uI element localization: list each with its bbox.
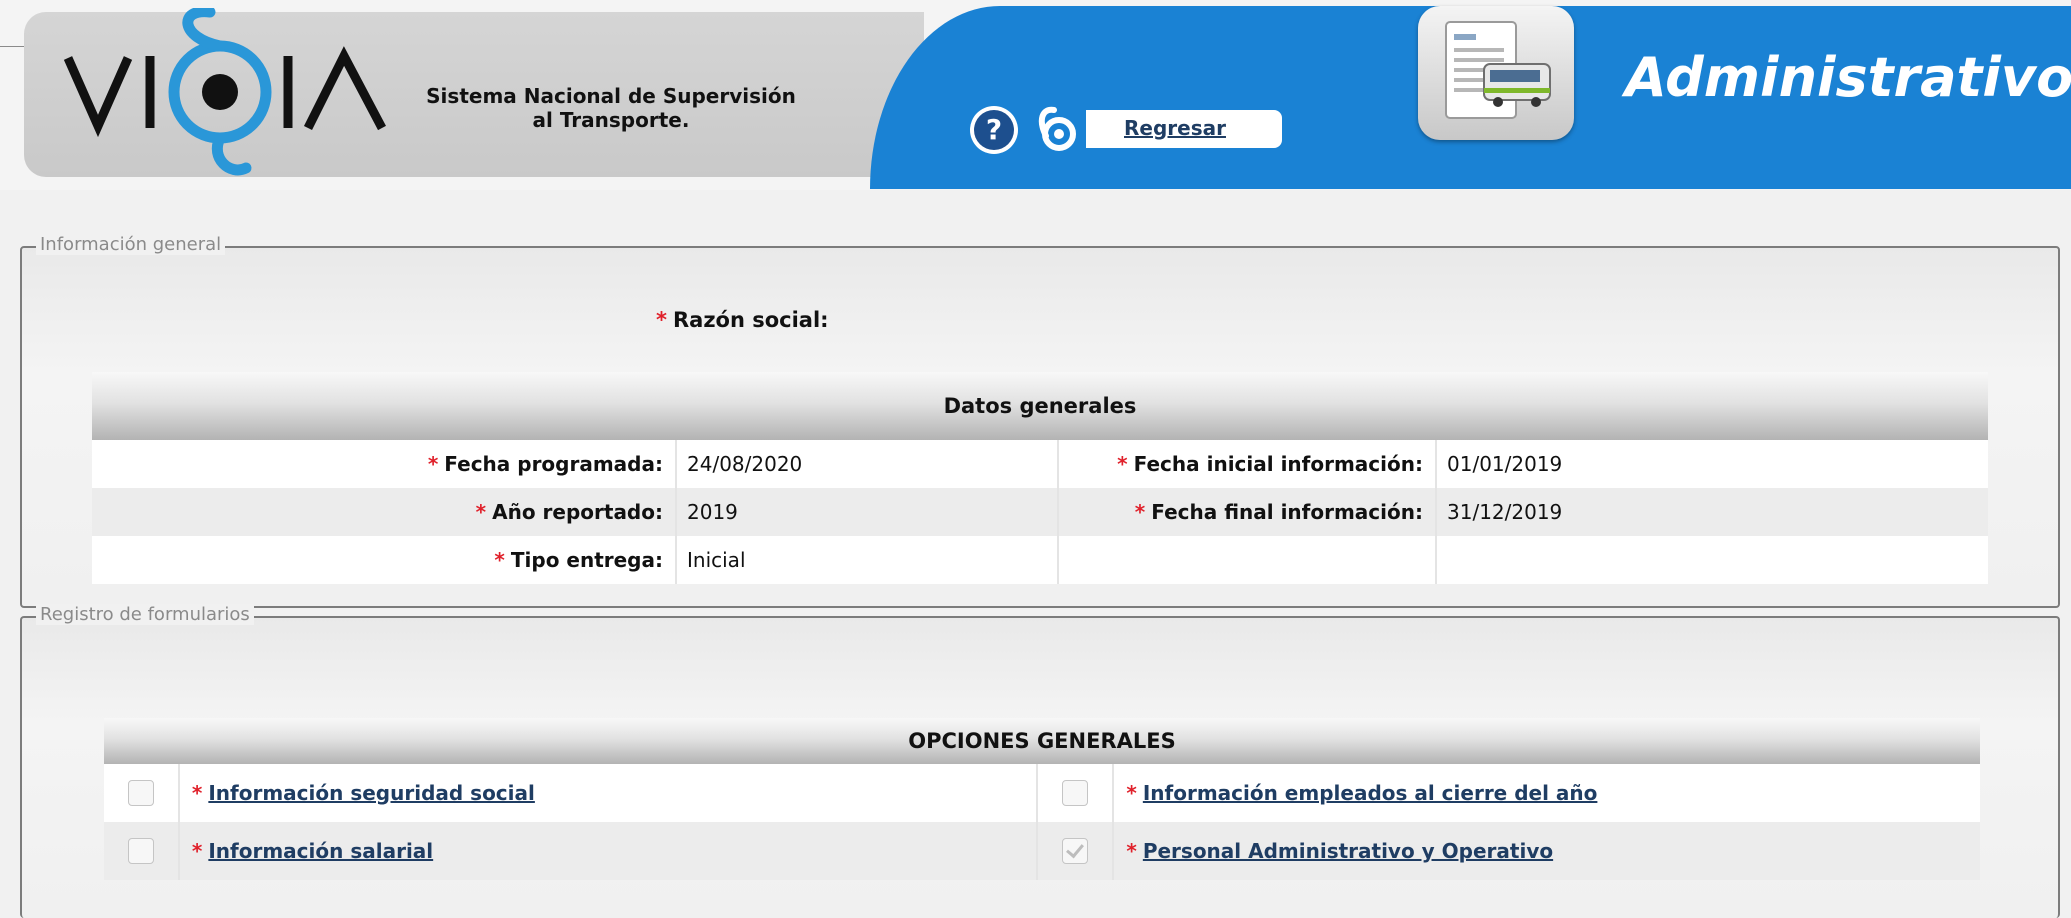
- empleados-cierre-checkbox[interactable]: [1062, 780, 1089, 807]
- table-row: * Fecha programada: 24/08/2020 * Fecha ini…: [92, 440, 1988, 488]
- top-rule: [0, 46, 24, 47]
- table-row: * Información salarial * Personal Administ…: [104, 822, 1980, 880]
- fecha-programada-value: 24/08/2020: [675, 440, 1058, 488]
- brand-line-2: al Transporte.: [532, 108, 690, 132]
- tipo-entrega-value: Inicial: [675, 536, 1058, 584]
- brand-line-1: Sistema Nacional de Supervisión: [426, 84, 796, 108]
- razon-social-row: * Razón social:: [656, 308, 829, 332]
- fecha-final-value: 31/12/2019: [1435, 488, 1988, 536]
- fecha-inicial-label: * Fecha inicial información:: [1057, 440, 1436, 488]
- razon-social-label: Razón social:: [672, 308, 829, 332]
- option-cell: * Personal Administrativo y Operativo: [1112, 822, 1980, 880]
- forms-register-legend: Registro de formularios: [36, 604, 254, 625]
- anio-reportado-label: * Año reportado:: [92, 488, 676, 536]
- bus-document-icon: [1445, 21, 1551, 119]
- table-row: * Información seguridad social * Informaci…: [104, 764, 1980, 822]
- datos-generales-header: Datos generales: [92, 372, 1988, 440]
- datos-generales-table: * Fecha programada: 24/08/2020 * Fecha ini…: [92, 440, 1988, 584]
- table-row: * Tipo entrega: Inicial: [92, 536, 1988, 584]
- forms-register-fieldset: Registro de formularios OPCIONES GENERAL…: [20, 604, 2060, 918]
- seguridad-social-link[interactable]: Información seguridad social: [208, 781, 535, 805]
- option-cell: * Información empleados al cierre del año: [1112, 764, 1980, 822]
- informacion-salarial-checkbox[interactable]: [127, 838, 154, 865]
- anio-reportado-value: 2019: [675, 488, 1058, 536]
- fecha-inicial-value: 01/01/2019: [1435, 440, 1988, 488]
- empty-cell: [1057, 536, 1436, 584]
- checkbox-cell: [104, 822, 179, 880]
- general-info-fieldset: Información general * Razón social: Datos…: [20, 234, 2060, 608]
- personal-administrativo-link[interactable]: Personal Administrativo y Operativo: [1143, 839, 1553, 863]
- fecha-programada-label: * Fecha programada:: [92, 440, 676, 488]
- brand-text: Sistema Nacional de Supervisión al Trans…: [426, 84, 796, 132]
- app-title: Administrativo: [1625, 46, 2071, 109]
- svg-text:?: ?: [986, 113, 1002, 146]
- table-row: * Año reportado: 2019 * Fecha final inform…: [92, 488, 1988, 536]
- informacion-salarial-link[interactable]: Información salarial: [208, 839, 433, 863]
- checkbox-cell: [1036, 822, 1114, 880]
- option-cell: * Información seguridad social: [177, 764, 1038, 822]
- opciones-generales-table: * Información seguridad social * Informaci…: [104, 764, 1980, 880]
- general-info-legend: Información general: [36, 234, 226, 255]
- back-link-box: Regresar: [1086, 110, 1282, 148]
- option-cell: * Información salarial: [177, 822, 1038, 880]
- app-header: Sistema Nacional de Supervisión al Trans…: [0, 0, 2071, 190]
- required-marker: *: [656, 308, 667, 332]
- empleados-cierre-link[interactable]: Información empleados al cierre del año: [1143, 781, 1598, 805]
- seguridad-social-checkbox[interactable]: [127, 780, 154, 807]
- back-link[interactable]: Regresar: [1124, 116, 1226, 140]
- checkbox-cell: [104, 764, 179, 822]
- help-icon[interactable]: ?: [968, 104, 1020, 156]
- vigia-mini-icon: [1038, 106, 1076, 151]
- checkbox-cell: [1036, 764, 1114, 822]
- empty-cell: [1435, 536, 1988, 584]
- app-tile: [1418, 6, 1574, 140]
- fecha-final-label: * Fecha final información:: [1057, 488, 1436, 536]
- opciones-generales-header: OPCIONES GENERALES: [104, 718, 1980, 764]
- personal-administrativo-checkbox[interactable]: [1062, 838, 1089, 865]
- tipo-entrega-label: * Tipo entrega:: [92, 536, 676, 584]
- vigia-logo-icon: [63, 8, 386, 176]
